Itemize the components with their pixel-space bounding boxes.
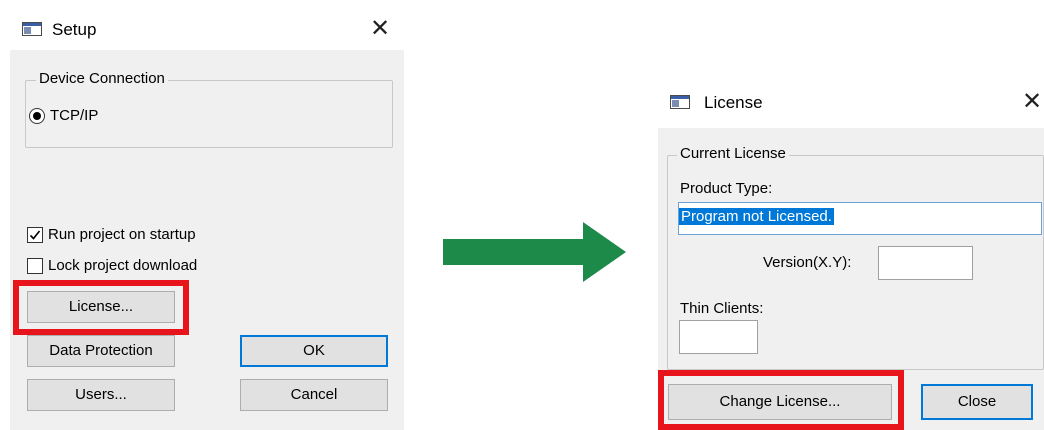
thin-clients-label: Thin Clients: bbox=[680, 300, 764, 317]
radio-selected-dot bbox=[33, 112, 41, 120]
app-window-icon bbox=[670, 95, 690, 109]
cancel-button[interactable]: Cancel bbox=[240, 379, 388, 411]
lock-download-label[interactable]: Lock project download bbox=[48, 257, 197, 275]
setup-title: Setup bbox=[52, 20, 97, 39]
product-type-label: Product Type: bbox=[680, 180, 773, 197]
app-window-icon bbox=[22, 22, 42, 36]
license-title: License bbox=[704, 93, 763, 112]
license-close-icon[interactable]: ✕ bbox=[1022, 90, 1042, 114]
right-arrow-icon bbox=[443, 222, 626, 282]
tcpip-radio[interactable] bbox=[29, 108, 45, 124]
users-button[interactable]: Users... bbox=[27, 379, 175, 411]
ok-button[interactable]: OK bbox=[240, 335, 388, 367]
run-on-startup-checkbox[interactable] bbox=[27, 227, 43, 243]
data-protection-button[interactable]: Data Protection bbox=[27, 335, 175, 367]
device-connection-legend: Device Connection bbox=[36, 70, 168, 88]
close-button[interactable]: Close bbox=[921, 384, 1033, 420]
run-on-startup-label[interactable]: Run project on startup bbox=[48, 226, 196, 244]
license-button-highlight bbox=[13, 280, 189, 335]
version-field[interactable] bbox=[878, 246, 973, 280]
lock-download-checkbox[interactable] bbox=[27, 258, 43, 274]
tcpip-label[interactable]: TCP/IP bbox=[50, 107, 98, 125]
checkmark-icon bbox=[29, 230, 41, 240]
version-label: Version(X.Y): bbox=[763, 254, 852, 271]
thin-clients-field[interactable] bbox=[679, 320, 758, 354]
change-license-highlight bbox=[658, 370, 904, 430]
current-license-legend: Current License bbox=[677, 145, 789, 163]
setup-close-icon[interactable]: ✕ bbox=[370, 17, 390, 41]
product-type-value: Program not Licensed. bbox=[679, 208, 834, 225]
product-type-field[interactable]: Program not Licensed. bbox=[678, 202, 1042, 235]
